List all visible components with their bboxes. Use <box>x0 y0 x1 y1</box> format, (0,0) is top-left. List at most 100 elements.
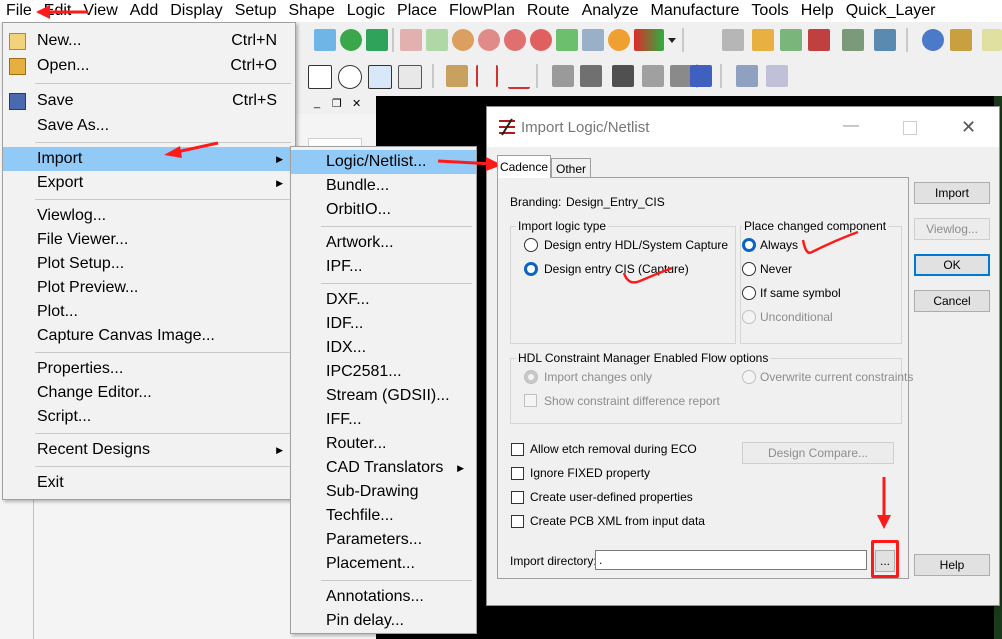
menu-shape[interactable]: Shape <box>283 0 341 22</box>
submenu-item-techfile[interactable]: Techfile... <box>291 504 476 528</box>
import-button[interactable]: Import <box>914 182 990 204</box>
menu-manufacture[interactable]: Manufacture <box>644 0 745 22</box>
menu-item-save-as[interactable]: Save As... <box>3 114 295 138</box>
menu-item-properties[interactable]: Properties... <box>3 357 295 381</box>
ok-button[interactable]: OK <box>914 254 990 276</box>
submenu-item-pin-delay[interactable]: Pin delay... <box>291 609 476 633</box>
check-create-udp[interactable] <box>511 491 524 504</box>
submenu-item-ipc2581[interactable]: IPC2581... <box>291 360 476 384</box>
menu-edit[interactable]: Edit <box>38 0 78 22</box>
wave-icon[interactable] <box>690 65 712 87</box>
menu-item-change-editor[interactable]: Change Editor... <box>3 381 295 405</box>
minimize-icon[interactable]: — <box>843 117 859 135</box>
green-ball-icon[interactable] <box>340 29 362 51</box>
submenu-item-cad-translators[interactable]: CAD Translators ▶ <box>291 456 476 480</box>
menu-setup[interactable]: Setup <box>229 0 283 22</box>
menu-help[interactable]: Help <box>795 0 840 22</box>
menu-item-new[interactable]: New... Ctrl+N <box>3 29 295 53</box>
submenu-item-iff[interactable]: IFF... <box>291 408 476 432</box>
submenu-item-orbitio[interactable]: OrbitIO... <box>291 198 476 222</box>
chevron-down-icon[interactable] <box>668 29 676 51</box>
coords-icon[interactable] <box>982 29 1002 51</box>
pin-icon[interactable] <box>366 29 388 51</box>
redraw-icon[interactable] <box>608 29 630 51</box>
zoom-out-icon[interactable] <box>530 29 552 51</box>
menu-item-exit[interactable]: Exit <box>3 471 295 495</box>
camera-icon[interactable] <box>612 65 634 87</box>
submenu-item-placement[interactable]: Placement... <box>291 552 476 576</box>
menu-item-plot-setup[interactable]: Plot Setup... <box>3 252 295 276</box>
menu-flowplan[interactable]: FlowPlan <box>443 0 521 22</box>
check-create-xml[interactable] <box>511 515 524 528</box>
close-icon[interactable]: ✕ <box>961 117 976 138</box>
minimize-icon[interactable]: _ <box>314 97 320 109</box>
menu-place[interactable]: Place <box>391 0 443 22</box>
import-directory-field[interactable]: . <box>595 550 867 570</box>
check-allow-etch[interactable] <box>511 443 524 456</box>
menu-item-save[interactable]: Save Ctrl+S <box>3 89 295 113</box>
submenu-item-bundle[interactable]: Bundle... <box>291 174 476 198</box>
menu-item-file-viewer[interactable]: File Viewer... <box>3 228 295 252</box>
refdes-icon[interactable] <box>642 65 664 87</box>
stack-icon[interactable] <box>808 29 830 51</box>
menu-view[interactable]: View <box>77 0 123 22</box>
grid-green-icon[interactable] <box>426 29 448 51</box>
zoom-window-icon[interactable] <box>478 29 500 51</box>
help-button[interactable]: Help <box>914 554 990 576</box>
menu-route[interactable]: Route <box>521 0 576 22</box>
copy-window-icon[interactable] <box>736 65 758 87</box>
maximize-icon[interactable] <box>903 121 917 135</box>
submenu-item-stream[interactable]: Stream (GDSII)... <box>291 384 476 408</box>
radio-cis[interactable] <box>524 262 538 276</box>
dimension-h-icon[interactable] <box>508 65 530 89</box>
dimension-icon[interactable] <box>476 65 498 87</box>
menu-analyze[interactable]: Analyze <box>576 0 645 22</box>
submenu-item-artwork[interactable]: Artwork... <box>291 231 476 255</box>
3d-view-icon[interactable] <box>634 29 664 51</box>
radio-hdl[interactable] <box>524 238 538 252</box>
pin-swap-icon[interactable] <box>670 65 692 87</box>
rectangle-icon[interactable] <box>308 65 332 89</box>
measure-icon[interactable] <box>950 29 972 51</box>
submenu-item-ipf[interactable]: IPF... <box>291 255 476 279</box>
tab-other[interactable]: Other <box>551 158 591 178</box>
menu-item-open[interactable]: Open... Ctrl+O <box>3 54 295 78</box>
menu-display[interactable]: Display <box>164 0 228 22</box>
radio-never[interactable] <box>742 262 756 276</box>
menu-item-plot[interactable]: Plot... <box>3 300 295 324</box>
menu-quick-layer[interactable]: Quick_Layer <box>840 0 942 22</box>
menu-item-export[interactable]: Export ▶ <box>3 171 295 195</box>
submenu-item-logic-netlist[interactable]: Logic/Netlist... <box>291 150 476 174</box>
menu-item-recent-designs[interactable]: Recent Designs ▶ <box>3 438 295 462</box>
menu-item-script[interactable]: Script... <box>3 405 295 429</box>
submenu-item-sub-drawing[interactable]: Sub-Drawing <box>291 480 476 504</box>
check-ignore-fixed[interactable] <box>511 467 524 480</box>
circle-icon[interactable] <box>338 65 362 89</box>
menu-add[interactable]: Add <box>124 0 164 22</box>
mail-icon[interactable] <box>766 65 788 87</box>
radio-unconditional[interactable] <box>742 310 756 324</box>
viewlog-button[interactable]: Viewlog... <box>914 218 990 240</box>
radio-same-symbol[interactable] <box>742 286 756 300</box>
board-icon[interactable] <box>842 29 864 51</box>
menu-item-import[interactable]: Import ▶ <box>3 147 295 171</box>
tab-cadence[interactable]: Cadence <box>497 155 551 178</box>
wrench-icon[interactable] <box>580 65 602 87</box>
menu-item-viewlog[interactable]: Viewlog... <box>3 204 295 228</box>
design-compare-button[interactable]: Design Compare... <box>742 442 894 464</box>
info-icon[interactable] <box>922 29 944 51</box>
submenu-item-router[interactable]: Router... <box>291 432 476 456</box>
submenu-item-idf[interactable]: IDF... <box>291 312 476 336</box>
shape-edit-icon[interactable] <box>398 65 422 89</box>
color-icon[interactable] <box>752 29 774 51</box>
layers-icon[interactable] <box>780 29 802 51</box>
select-arrow-icon[interactable] <box>368 65 392 89</box>
menu-file[interactable]: File <box>0 0 38 22</box>
menu-item-plot-preview[interactable]: Plot Preview... <box>3 276 295 300</box>
zoom-prev-icon[interactable] <box>556 29 578 51</box>
submenu-item-parameters[interactable]: Parameters... <box>291 528 476 552</box>
submenu-item-idx[interactable]: IDX... <box>291 336 476 360</box>
submenu-item-dxf[interactable]: DXF... <box>291 288 476 312</box>
grid-toggle-icon[interactable] <box>722 29 744 51</box>
submenu-item-annotations[interactable]: Annotations... <box>291 585 476 609</box>
